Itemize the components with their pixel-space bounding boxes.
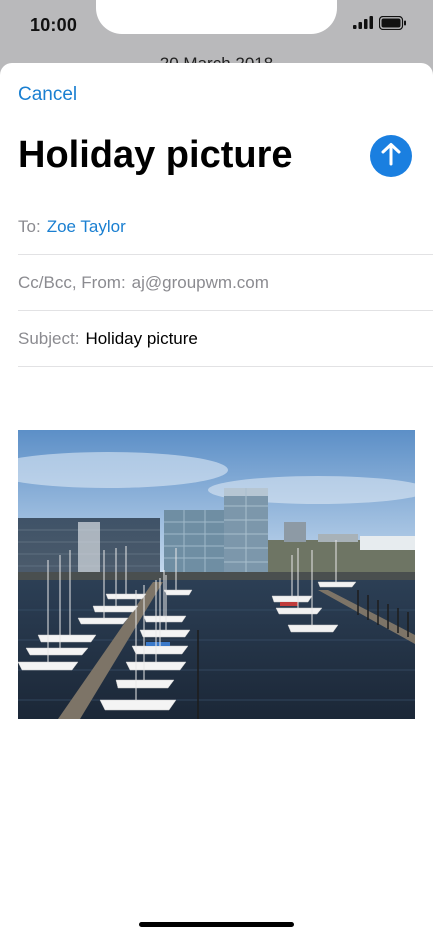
recipient-token[interactable]: Zoe Taylor	[47, 217, 126, 237]
to-label: To:	[18, 216, 41, 236]
cc-bcc-from-label: Cc/Bcc, From:	[18, 272, 126, 292]
from-address[interactable]: aj@groupwm.com	[132, 273, 269, 293]
home-indicator[interactable]	[139, 922, 294, 927]
subject-label: Subject:	[18, 328, 80, 348]
compose-title: Holiday picture	[18, 134, 293, 176]
battery-icon	[378, 15, 407, 35]
subject-value[interactable]: Holiday picture	[85, 329, 197, 349]
status-time: 10:00	[30, 15, 78, 35]
cancel-button[interactable]: Cancel	[18, 84, 77, 106]
to-field[interactable]: To: Zoe Taylor	[18, 199, 433, 255]
cellular-signal-icon	[353, 16, 373, 34]
subject-field[interactable]: Subject: Holiday picture	[18, 311, 433, 367]
device-notch	[96, 0, 337, 34]
status-icons	[353, 15, 407, 35]
attached-photo[interactable]	[18, 430, 415, 719]
arrow-up-icon	[380, 142, 402, 171]
cc-bcc-from-field[interactable]: Cc/Bcc, From: aj@groupwm.com	[18, 255, 433, 311]
send-button[interactable]	[370, 135, 412, 177]
